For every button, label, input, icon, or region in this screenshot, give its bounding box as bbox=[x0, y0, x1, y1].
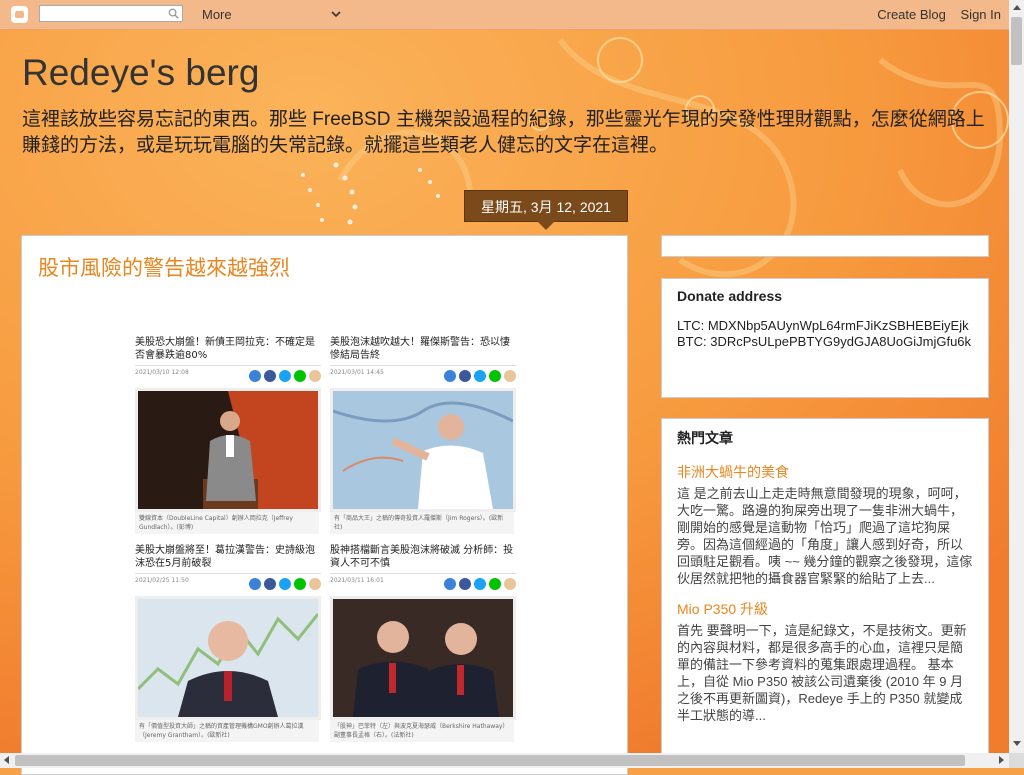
blog-description: 這裡該放些容易忘記的東西。那些 FreeBSD 主機架設過程的紀錄，那些靈光乍現… bbox=[22, 109, 985, 156]
blogger-logo-icon[interactable] bbox=[11, 6, 28, 23]
share-icons bbox=[246, 575, 321, 590]
news-item: 美股泡沫越吹越大！羅傑斯警告：恐以悽慘結局告終 2021/03/01 14:45… bbox=[330, 336, 516, 534]
line-icon bbox=[294, 370, 306, 382]
news-photo bbox=[330, 596, 516, 720]
chevron-down-icon[interactable] bbox=[330, 8, 342, 20]
like-icon bbox=[249, 578, 261, 590]
news-caption: 有「價值型投資大師」之稱的資產管理機構GMO創辦人葛拉漢（Jeremy Gran… bbox=[135, 720, 319, 742]
popular-posts-title: 熱門文章 bbox=[677, 430, 733, 446]
news-photo bbox=[135, 388, 321, 512]
vertical-scroll-thumb[interactable] bbox=[1011, 17, 1022, 65]
like-icon bbox=[249, 370, 261, 382]
line-icon bbox=[489, 578, 501, 590]
news-caption: 「股神」巴菲特（左）與波克夏海瑟威（Berkshire Hathaway）副董事… bbox=[330, 720, 514, 742]
horizontal-scroll-thumb[interactable] bbox=[15, 755, 965, 766]
donate-widget: Donate address LTC: MDXNbp5AUynWpL64rmFJ… bbox=[661, 278, 989, 398]
line-icon bbox=[294, 578, 306, 590]
font-size-icon bbox=[504, 578, 516, 590]
font-size-icon bbox=[504, 370, 516, 382]
popular-posts-widget: 熱門文章 非洲大蝸牛的美食 這 是之前去山上走走時無意間發現的現象，呵呵，大吃一… bbox=[661, 418, 989, 768]
facebook-icon bbox=[264, 370, 276, 382]
line-icon bbox=[489, 370, 501, 382]
share-icons bbox=[441, 367, 516, 382]
news-headline: 美股恐大崩盤！新債王岡拉克：不確定是否會暴跌逾80% bbox=[135, 337, 315, 361]
news-caption: 有「商品大王」之稱的傳奇投資人羅傑斯（Jim Rogers）。(歐新社) bbox=[330, 512, 514, 534]
facebook-icon bbox=[264, 578, 276, 590]
facebook-icon bbox=[459, 578, 471, 590]
blogger-navbar: More Create Blog Sign In bbox=[0, 0, 1009, 30]
scroll-right-icon[interactable] bbox=[999, 756, 1004, 764]
facebook-icon bbox=[459, 370, 471, 382]
scroll-up-icon[interactable] bbox=[1013, 5, 1021, 10]
more-menu-label[interactable]: More bbox=[202, 7, 232, 22]
share-icons bbox=[246, 367, 321, 382]
search-icon[interactable] bbox=[168, 8, 179, 19]
horizontal-scrollbar[interactable] bbox=[0, 753, 1009, 768]
popular-post-link[interactable]: Mio P350 升級 bbox=[677, 599, 973, 619]
scroll-left-icon[interactable] bbox=[4, 756, 9, 764]
news-date: 2021/03/10 12:08 bbox=[135, 369, 189, 376]
news-date: 2021/03/01 14:45 bbox=[330, 369, 384, 376]
news-item: 美股大崩盤將至！葛拉漢警告：史詩級泡沫恐在5月前破裂 2021/02/25 11… bbox=[135, 544, 321, 742]
post-date-badge: 星期五, 3月 12, 2021 bbox=[464, 190, 628, 230]
news-caption: 雙線資本（DoubleLine Capital）創辦人岡拉克（Jeffrey G… bbox=[135, 512, 319, 534]
empty-widget bbox=[661, 235, 989, 257]
twitter-icon bbox=[279, 578, 291, 590]
popular-post-snippet: 這 是之前去山上走走時無意間發現的現象，呵呵，大吃一驚。路邊的狗屎旁出現了一隻非… bbox=[677, 486, 973, 586]
post-container: 股市風險的警告越來越強烈 美股恐大崩盤！新債王岡拉克：不確定是否會暴跌逾80% … bbox=[21, 235, 628, 775]
scroll-down-icon[interactable] bbox=[1013, 741, 1021, 746]
news-item: 美股恐大崩盤！新債王岡拉克：不確定是否會暴跌逾80% 2021/03/10 12… bbox=[135, 336, 321, 534]
news-headline: 股神搭檔斷言美股泡沫將破滅 分析師：投資人不可不慎 bbox=[330, 545, 514, 569]
scrollbar-corner bbox=[1009, 753, 1024, 768]
popular-post-snippet: 首先 要聲明一下，這是紀錄文，不是技術文。更新的內容與材料，都是很多高手的心血，… bbox=[677, 623, 967, 723]
news-headline: 美股泡沫越吹越大！羅傑斯警告：恐以悽慘結局告終 bbox=[330, 337, 510, 361]
share-icons bbox=[441, 575, 516, 590]
ltc-address: LTC: MDXNbp5AUynWpL64rmFJiKzSBHEBEiyEjk bbox=[677, 318, 969, 333]
like-icon bbox=[444, 578, 456, 590]
news-date: 2021/03/11 16:01 bbox=[330, 577, 384, 584]
news-headline: 美股大崩盤將至！葛拉漢警告：史詩級泡沫恐在5月前破裂 bbox=[135, 545, 315, 569]
btc-address: BTC: 3DRcPsULpePBTYG9ydGJA8UoGiJmjGfu6k bbox=[677, 334, 972, 349]
news-date: 2021/02/25 11:50 bbox=[135, 577, 189, 584]
vertical-scrollbar[interactable] bbox=[1009, 0, 1024, 768]
blog-title[interactable]: Redeye's berg bbox=[22, 52, 259, 94]
popular-post-link[interactable]: 非洲大蝸牛的美食 bbox=[677, 462, 973, 482]
twitter-icon bbox=[474, 370, 486, 382]
news-item: 股神搭檔斷言美股泡沫將破滅 分析師：投資人不可不慎 2021/03/11 16:… bbox=[330, 544, 516, 742]
news-photo bbox=[135, 596, 321, 720]
font-size-icon bbox=[309, 578, 321, 590]
like-icon bbox=[444, 370, 456, 382]
donate-title: Donate address bbox=[677, 288, 783, 304]
post-title[interactable]: 股市風險的警告越來越強烈 bbox=[38, 252, 290, 282]
sign-in-link[interactable]: Sign In bbox=[961, 7, 1001, 22]
twitter-icon bbox=[279, 370, 291, 382]
font-size-icon bbox=[309, 370, 321, 382]
twitter-icon bbox=[474, 578, 486, 590]
news-photo bbox=[330, 388, 516, 512]
create-blog-link[interactable]: Create Blog bbox=[877, 7, 946, 22]
search-input[interactable] bbox=[39, 5, 183, 22]
